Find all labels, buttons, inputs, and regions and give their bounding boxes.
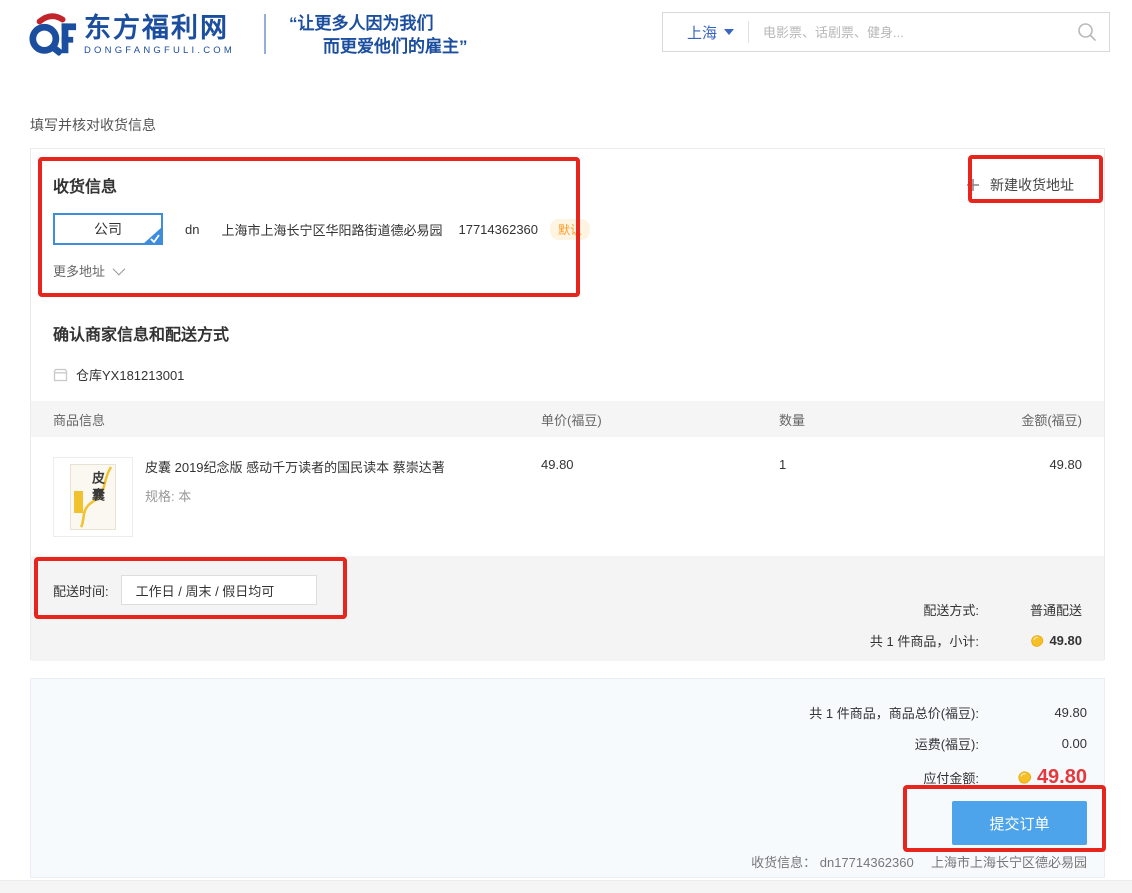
payable-value: 49.80 <box>1037 766 1087 789</box>
brand-name: 东方福利网 <box>84 13 235 43</box>
product-title[interactable]: 皮囊 2019纪念版 感动千万读者的国民读本 蔡崇达著 <box>145 459 445 476</box>
default-badge: 默认 <box>550 219 590 240</box>
footer-strip <box>0 880 1132 893</box>
product-row: 皮囊 皮囊 2019纪念版 感动千万读者的国民读本 蔡崇达著 规格: 本 49.… <box>31 437 1104 537</box>
subtotal-value: 49.80 <box>1049 633 1082 648</box>
new-address-label: 新建收货地址 <box>990 175 1074 195</box>
bean-icon <box>1029 633 1045 649</box>
product-unit-price: 49.80 <box>541 457 779 537</box>
check-icon <box>150 234 160 243</box>
product-quantity: 1 <box>779 457 1009 537</box>
address-tag-button[interactable]: 公司 <box>53 213 163 245</box>
product-amount: 49.80 <box>1009 457 1082 537</box>
shipping-section-title: 收货信息 <box>53 173 117 197</box>
warehouse-label: 仓库YX181213001 <box>76 365 184 384</box>
delivery-method-value: 普通配送 <box>979 600 1082 619</box>
plus-icon <box>966 178 980 192</box>
delivery-time-value: 工作日 / 周末 / 假日均可 <box>136 581 275 600</box>
receiver-address: 上海市上海长宁区华阳路街道德必易园 <box>221 220 442 239</box>
search-input[interactable] <box>749 25 1065 40</box>
receiver-summary-contact: dn17714362360 <box>820 855 914 870</box>
chevron-down-icon <box>113 263 126 276</box>
spec-value: 本 <box>178 489 191 504</box>
slogan-line2: 而更爱他们的雇主” <box>289 35 468 58</box>
logo-icon <box>28 10 78 58</box>
subtotal-line: 共 1 件商品，小计: 49.80 <box>870 625 1082 656</box>
cover-title: 皮囊 <box>88 471 107 505</box>
spec-label: 规格: <box>145 489 175 504</box>
subtotal-label: 共 1 件商品，小计: <box>870 631 979 650</box>
more-addresses-toggle[interactable]: 更多地址 <box>53 261 122 280</box>
city-label: 上海 <box>687 22 717 43</box>
new-address-button[interactable]: 新建收货地址 <box>966 175 1074 195</box>
search-bar: 上海 <box>662 12 1110 52</box>
receiver-name: dn <box>185 222 199 237</box>
slogan: “让更多人因为我们 而更爱他们的雇主” <box>289 12 468 58</box>
slogan-line1: “让更多人因为我们 <box>289 12 468 35</box>
receiver-phone: 17714362360 <box>458 222 538 237</box>
freight-label: 运费(福豆): <box>915 734 979 753</box>
city-selector[interactable]: 上海 <box>663 22 748 43</box>
more-addresses-label: 更多地址 <box>53 261 105 280</box>
header-divider <box>264 14 266 54</box>
step-title: 填写并核对收货信息 <box>30 115 156 135</box>
delivery-section: 配送时间: 工作日 / 周末 / 假日均可 配送方式: 普通配送 共 1 件商品… <box>31 556 1104 661</box>
col-quantity: 数量 <box>779 410 1009 429</box>
warehouse-row: 仓库YX181213001 <box>53 365 184 384</box>
search-icon <box>1077 22 1097 42</box>
col-amount: 金额(福豆) <box>1009 410 1082 429</box>
merchant-section-title: 确认商家信息和配送方式 <box>53 321 229 345</box>
bean-icon <box>1016 769 1033 786</box>
order-card: 收货信息 新建收货地址 公司 dn 上海市上海长宁区华阳路街道德必易园 1771… <box>30 148 1105 660</box>
freight-line: 运费(福豆): 0.00 <box>809 728 1087 759</box>
summary-card: 共 1 件商品，商品总价(福豆): 49.80 运费(福豆): 0.00 应付金… <box>30 678 1105 878</box>
address-row: 公司 dn 上海市上海长宁区华阳路街道德必易园 17714362360 默认 <box>53 213 590 245</box>
receiver-summary: 收货信息： dn17714362360 上海市上海长宁区德必易园 <box>751 852 1087 871</box>
product-table-header: 商品信息 单价(福豆) 数量 金额(福豆) <box>31 401 1104 437</box>
delivery-method-line: 配送方式: 普通配送 <box>870 594 1082 625</box>
total-value: 49.80 <box>979 705 1087 720</box>
receiver-summary-address: 上海市上海长宁区德必易园 <box>931 855 1087 870</box>
payable-line: 应付金额: 49.80 <box>809 759 1087 795</box>
delivery-method-label: 配送方式: <box>923 600 979 619</box>
product-image[interactable]: 皮囊 <box>53 457 133 537</box>
col-unit-price: 单价(福豆) <box>541 410 779 429</box>
caret-down-icon <box>724 29 734 35</box>
total-label: 共 1 件商品，商品总价(福豆): <box>809 703 979 722</box>
address-tag-label: 公司 <box>94 219 122 239</box>
search-button[interactable] <box>1065 13 1109 51</box>
delivery-time-label: 配送时间: <box>53 581 109 600</box>
storefront-icon <box>53 368 68 382</box>
freight-value: 0.00 <box>979 736 1087 751</box>
submit-order-button[interactable]: 提交订单 <box>952 801 1087 845</box>
logo[interactable]: 东方福利网 DONGFANGFULI.COM <box>28 10 235 58</box>
total-line: 共 1 件商品，商品总价(福豆): 49.80 <box>809 697 1087 728</box>
receiver-summary-label: 收货信息： <box>751 855 816 870</box>
header: 东方福利网 DONGFANGFULI.COM “让更多人因为我们 而更爱他们的雇… <box>0 0 1132 95</box>
checkout-page: 东方福利网 DONGFANGFULI.COM “让更多人因为我们 而更爱他们的雇… <box>0 0 1132 893</box>
payable-label: 应付金额: <box>923 768 979 787</box>
brand-domain: DONGFANGFULI.COM <box>84 45 235 56</box>
cover-tag <box>74 491 83 513</box>
col-product-info: 商品信息 <box>53 410 541 429</box>
delivery-time-select[interactable]: 工作日 / 周末 / 假日均可 <box>121 575 317 605</box>
